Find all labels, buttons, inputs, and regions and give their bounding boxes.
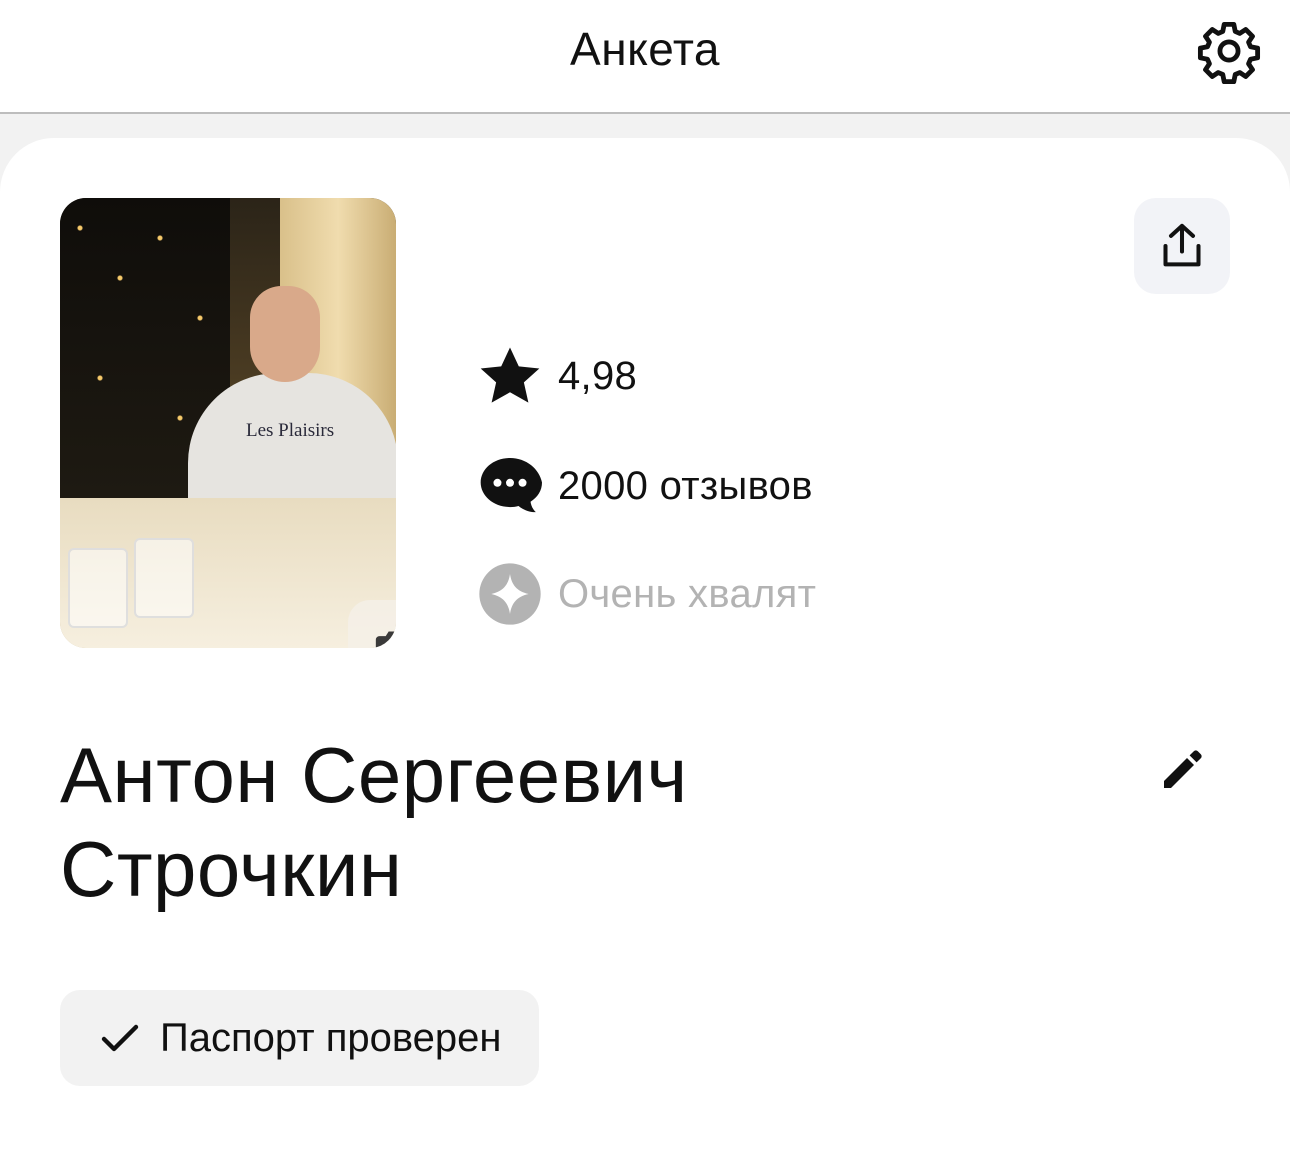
- settings-button[interactable]: [1192, 14, 1266, 88]
- praise-label: Очень хвалят: [558, 571, 817, 616]
- rating-row: 4,98: [478, 344, 637, 408]
- photo-shirt-text: Les Plaisirs: [246, 420, 335, 441]
- app-header: Анкета: [0, 0, 1290, 114]
- profile-name: Антон Сергеевич Строчкин: [60, 728, 1060, 916]
- profile-name-line1: Антон Сергеевич: [60, 731, 688, 819]
- star-icon: [478, 344, 542, 408]
- photo-person-head: [250, 286, 320, 382]
- share-upload-icon: [1163, 223, 1201, 267]
- share-button[interactable]: [1134, 198, 1230, 294]
- passport-verified-label: Паспорт проверен: [160, 1015, 502, 1060]
- page-title: Анкета: [570, 23, 720, 75]
- camera-icon: [375, 631, 396, 648]
- reviews-row[interactable]: 2000 отзывов: [478, 454, 813, 518]
- rating-value: 4,98: [558, 353, 638, 398]
- reviews-count: 2000 отзывов: [558, 463, 813, 508]
- passport-verified-badge: Паспорт проверен: [60, 990, 540, 1086]
- profile-photo[interactable]: Les Plaisirs: [60, 198, 396, 648]
- profile-name-line2: Строчкин: [60, 825, 403, 913]
- pencil-icon: [1164, 750, 1202, 788]
- chat-bubble-icon: [478, 454, 542, 518]
- sparkle-icon: [478, 562, 542, 626]
- praise-row: Очень хвалят: [478, 562, 816, 626]
- photo-glass: [134, 538, 194, 618]
- gear-icon: [1197, 21, 1261, 85]
- check-icon: [100, 1022, 140, 1054]
- photo-glass: [68, 548, 128, 628]
- edit-name-button[interactable]: [1150, 738, 1214, 802]
- profile-card: Les Plaisirs 4,98 2000 отзывов Очень хва…: [0, 138, 1290, 1173]
- change-photo-button[interactable]: [348, 600, 396, 648]
